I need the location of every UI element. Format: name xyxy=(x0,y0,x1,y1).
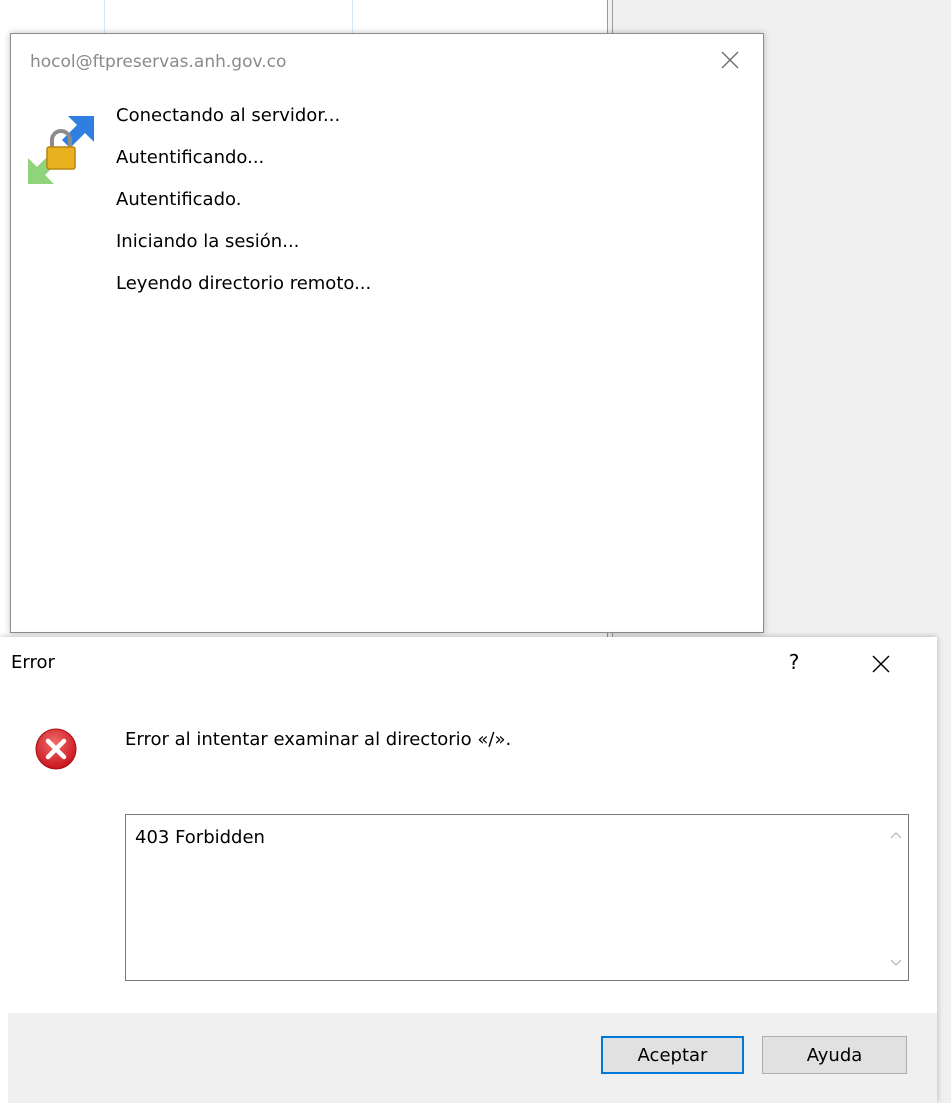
help-button[interactable]: ? xyxy=(784,650,804,674)
error-dialog: Error ? Error al intentar examinar al di… xyxy=(0,637,937,1103)
connect-lock-icon xyxy=(28,116,94,184)
accept-button[interactable]: Aceptar xyxy=(601,1036,744,1074)
chevron-up-icon[interactable] xyxy=(890,830,902,842)
log-line: Conectando al servidor... xyxy=(116,105,341,126)
error-detail-textarea[interactable]: 403 Forbidden xyxy=(125,814,909,981)
close-icon[interactable] xyxy=(718,48,742,72)
chevron-down-icon[interactable] xyxy=(890,956,902,968)
error-dialog-title: Error xyxy=(11,652,55,673)
log-line: Leyendo directorio remoto... xyxy=(116,273,372,294)
dialog-footer: Aceptar Ayuda xyxy=(8,1013,937,1103)
error-icon xyxy=(35,728,77,770)
connection-dialog: hocol@ftpreservas.anh.gov.co Conectando … xyxy=(10,33,764,633)
help-button[interactable]: Ayuda xyxy=(762,1036,907,1074)
log-line: Iniciando la sesión... xyxy=(116,231,300,252)
close-icon[interactable] xyxy=(868,651,894,677)
connection-log: Conectando al servidor... Autentificando… xyxy=(116,102,371,312)
error-detail-text: 403 Forbidden xyxy=(135,827,265,848)
log-line: Autentificado. xyxy=(116,189,242,210)
log-line: Autentificando... xyxy=(116,147,265,168)
error-message: Error al intentar examinar al directorio… xyxy=(125,729,512,750)
vertical-scrollbar[interactable] xyxy=(882,815,908,980)
connection-dialog-title: hocol@ftpreservas.anh.gov.co xyxy=(30,52,287,72)
